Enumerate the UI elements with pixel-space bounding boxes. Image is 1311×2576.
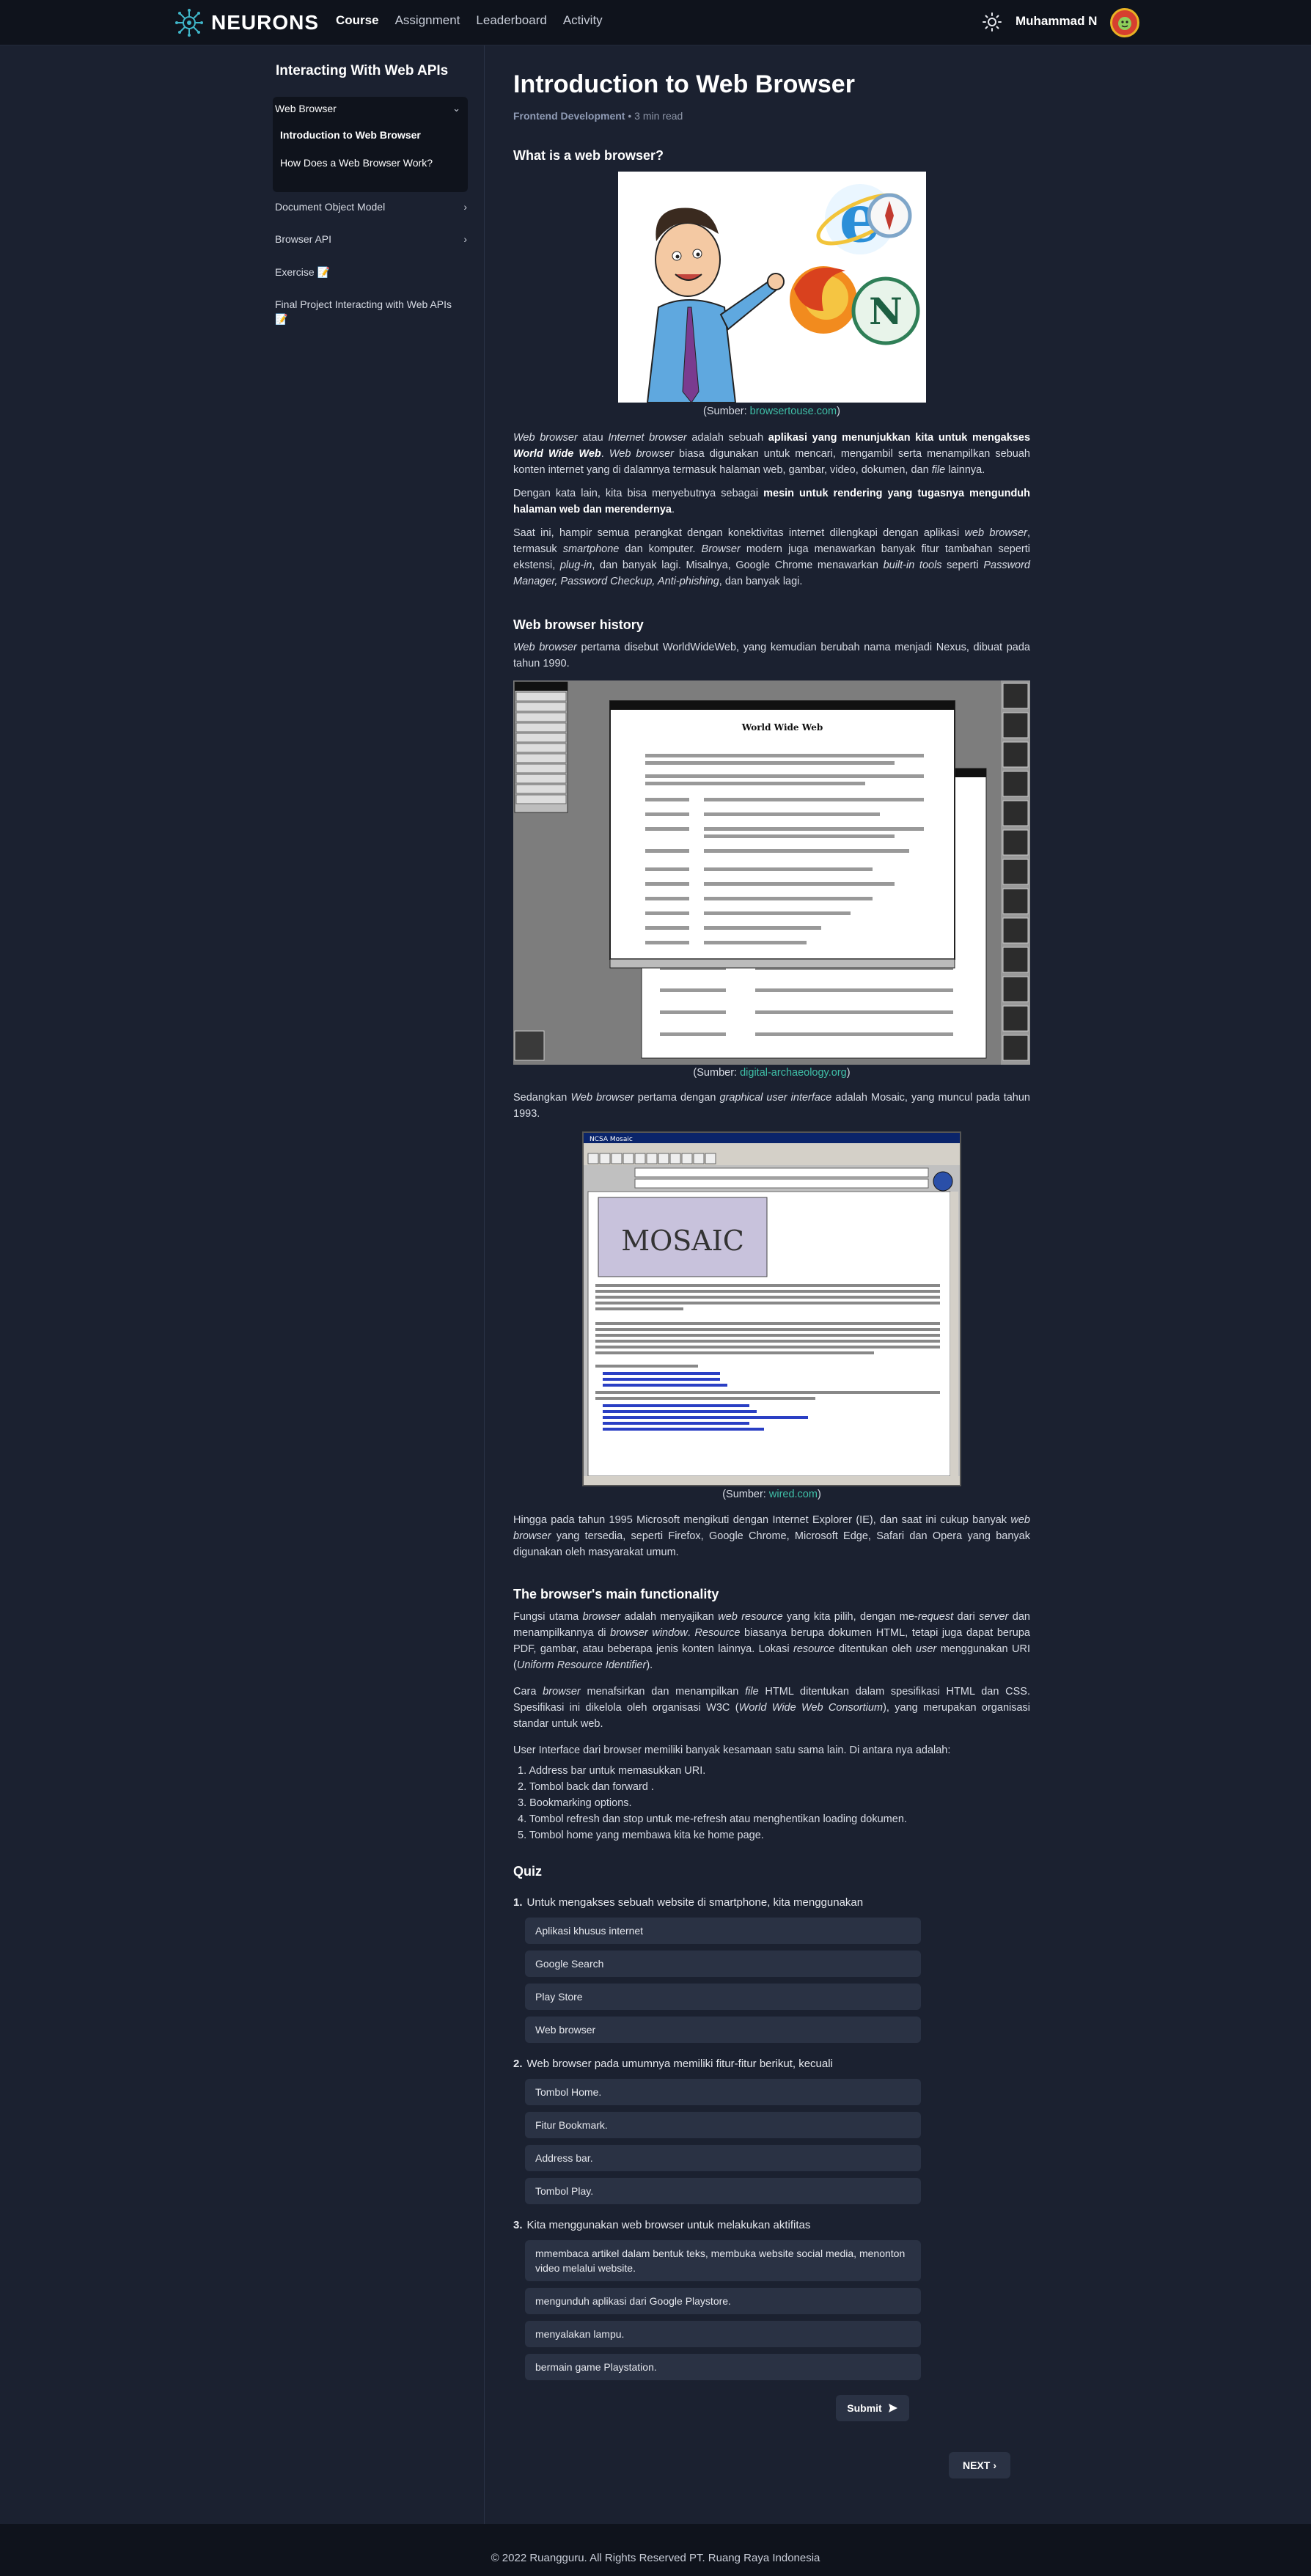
submit-label: Submit (847, 2402, 882, 2414)
fig3-window-title: NCSA Mosaic (590, 1136, 633, 1143)
chevron-right-icon: › (463, 233, 467, 245)
brand-logo[interactable]: NEURONS (175, 7, 319, 38)
quiz-option[interactable]: menyalakan lampu. (525, 2321, 921, 2347)
paragraph-ui-intro: User Interface dari browser memiliki ban… (513, 1744, 951, 1756)
paragraph-main-function: Fungsi utama browser adalah menyajikan w… (513, 1611, 1031, 1671)
quiz-question-1: 1. Untuk mengakses sebuah website di smar… (513, 1896, 864, 1909)
quiz-question-3: 3. Kita menggunakan web browser untuk mel… (513, 2219, 811, 2231)
figure-caption-3: (Sumber: wired.com) (722, 1489, 821, 1500)
sidebar-item-final-project[interactable]: Final Project Interacting with Web APIs … (275, 297, 467, 326)
quiz-option[interactable]: Address bar. (525, 2145, 921, 2171)
nav-course[interactable]: Course (336, 13, 379, 28)
sidebar-item-intro-web-browser[interactable]: Introduction to Web Browser (280, 129, 421, 141)
quiz-option[interactable]: mmembaca artikel dalam bentuk teks, memb… (525, 2240, 921, 2281)
course-sidebar: Interacting With Web APIs Web Browser ⌄ … (273, 45, 485, 2524)
quiz-option[interactable]: Tombol Play. (525, 2178, 921, 2204)
avatar[interactable] (1110, 8, 1139, 37)
nav-leaderboard[interactable]: Leaderboard (476, 13, 546, 28)
submit-button[interactable]: Submit (836, 2395, 909, 2421)
sidebar-group-web-browser[interactable]: Web Browser ⌄ Introduction to Web Browse… (273, 97, 468, 192)
dot-separator: • (628, 110, 635, 122)
list-item: 2. Tombol back dan forward . (518, 1781, 654, 1793)
worldwideweb-screenshot: World Wide Web (513, 680, 1030, 1065)
nextstep-desktop-image: World Wide Web (513, 680, 1030, 1065)
chevron-down-icon[interactable]: ⌄ (452, 103, 460, 114)
sidebar-item-label: Browser API (275, 233, 332, 245)
quiz-option[interactable]: Tombol Home. (525, 2079, 921, 2105)
chevron-right-icon: › (993, 2459, 996, 2471)
main-nav: Course Assignment Leaderboard Activity (336, 13, 603, 28)
quiz-option[interactable]: Play Store (525, 1984, 921, 2010)
sidebar-group-label[interactable]: Web Browser (275, 103, 337, 114)
heading-browser-history: Web browser history (513, 617, 644, 632)
next-button[interactable]: NEXT › (949, 2452, 1010, 2478)
paragraph-1995: Hingga pada tahun 1995 Microsoft mengiku… (513, 1514, 1030, 1558)
quiz-title: Quiz (513, 1864, 542, 1879)
brand-name: NEURONS (211, 11, 320, 34)
list-item: 1. Address bar untuk memasukkan URI. (518, 1765, 706, 1777)
quiz-option[interactable]: Aplikasi khusus internet (525, 1918, 921, 1944)
quiz-option[interactable]: mengunduh aplikasi dari Google Playstore… (525, 2288, 921, 2314)
nav-assignment[interactable]: Assignment (395, 13, 460, 28)
quiz-option[interactable]: Web browser (525, 2017, 921, 2043)
cartoon-illustration: e N (618, 172, 926, 403)
browser-cartoon-image: e N (618, 172, 926, 403)
mosaic-screenshot: NCSA Mosaic MOSAIC (582, 1131, 961, 1486)
source-link-digital-archaeology[interactable]: digital-archaeology.org (740, 1067, 847, 1079)
send-icon (888, 2404, 897, 2412)
quiz-option[interactable]: Google Search (525, 1951, 921, 1977)
page-title: Introduction to Web Browser (513, 70, 855, 98)
paragraph-mosaic: Sedangkan Web browser pertama dengan gra… (513, 1092, 1030, 1120)
footer: © 2022 Ruangguru. All Rights Reserved PT… (0, 2524, 1311, 2576)
list-item: 4. Tombol refresh dan stop untuk me-refr… (518, 1813, 907, 1825)
chevron-right-icon: › (463, 201, 467, 213)
figure-caption-1: (Sumber: browsertouse.com) (703, 406, 840, 417)
read-time: 3 min read (634, 110, 683, 122)
quiz-option[interactable]: bermain game Playstation. (525, 2354, 921, 2380)
source-link-wired[interactable]: wired.com (769, 1489, 818, 1500)
user-name[interactable]: Muhammad N (1016, 14, 1097, 29)
paragraph-w3c: Cara browser menafsirkan dan menampilkan… (513, 1686, 1031, 1730)
fig3-mosaic-logo: MOSAIC (621, 1225, 744, 1257)
nav-activity[interactable]: Activity (563, 13, 603, 28)
svg-text:N: N (869, 290, 903, 333)
paragraph-intro: Web browser atau Internet browser adalah… (513, 432, 1031, 476)
quiz-option[interactable]: Fitur Bookmark. (525, 2112, 921, 2138)
fig2-window-title: World Wide Web (741, 722, 823, 733)
heading-main-functionality: The browser's main functionality (513, 1587, 719, 1601)
source-link-browsertouse[interactable]: browsertouse.com (750, 406, 837, 417)
theme-toggle-sun-icon[interactable] (983, 12, 1002, 32)
figure-caption-2: (Sumber: digital-archaeology.org) (693, 1067, 851, 1079)
sidebar-item-browser-api[interactable]: Browser API › (275, 232, 467, 246)
quiz-question-2: 2. Web browser pada umumnya memiliki fitu… (513, 2058, 833, 2070)
sidebar-title: Interacting With Web APIs (276, 63, 449, 78)
sidebar-item-dom[interactable]: Document Object Model › (275, 199, 467, 214)
sidebar-item-exercise[interactable]: Exercise 📝 (275, 265, 467, 279)
sidebar-item-label: Document Object Model (275, 201, 386, 213)
sidebar-item-how-browser-works[interactable]: How Does a Web Browser Work? (280, 157, 433, 169)
sidebar-divider (484, 45, 485, 2524)
paragraph-first-browser: Web browser pertama disebut WorldWideWeb… (513, 642, 1030, 669)
top-navbar: NEURONS Course Assignment Leaderboard Ac… (0, 0, 1311, 45)
ui-feature-list: 1. Address bar untuk memasukkan URI. 2. … (518, 1763, 1031, 1843)
list-item: 3. Bookmarking options. (518, 1797, 632, 1809)
paragraph-devices: Saat ini, hampir semua perangkat dengan … (513, 527, 1031, 587)
article-category[interactable]: Frontend Development (513, 110, 625, 122)
paragraph-rendering-engine: Dengan kata lain, kita bisa menyebutnya … (513, 488, 1031, 515)
neuron-logo-icon (175, 9, 203, 37)
avatar-face-icon (1118, 17, 1131, 30)
list-item: 5. Tombol home yang membawa kita ke home… (518, 1830, 764, 1841)
mosaic-window-image: NCSA Mosaic MOSAIC (584, 1133, 960, 1485)
article-meta: Frontend Development • 3 min read (513, 110, 683, 122)
next-label: NEXT (962, 2459, 991, 2471)
heading-what-is-browser: What is a web browser? (513, 148, 664, 163)
